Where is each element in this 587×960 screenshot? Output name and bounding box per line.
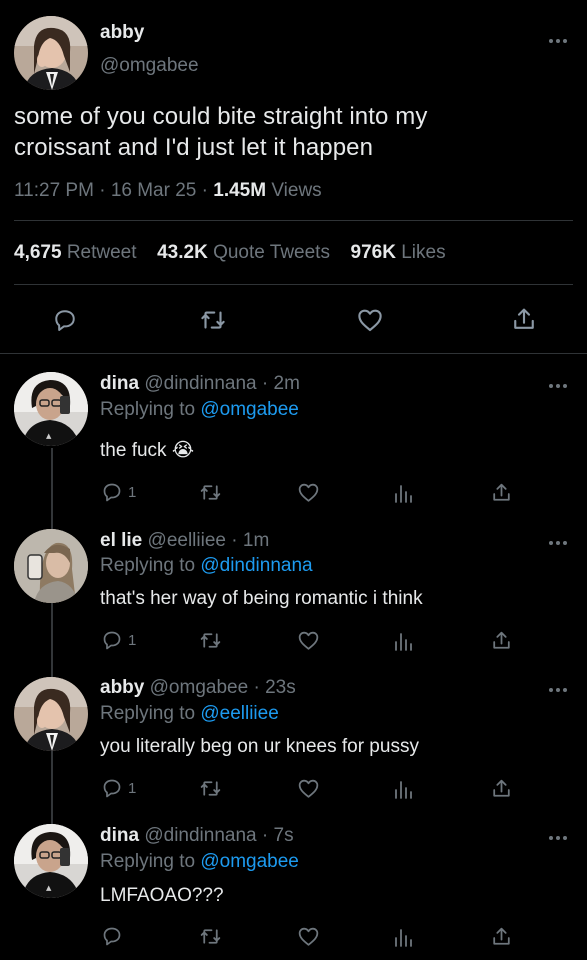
reply-icon[interactable]: [51, 306, 79, 334]
share-icon[interactable]: [489, 776, 514, 801]
reply-time[interactable]: 1m: [243, 530, 269, 551]
tweet-text-line2: croissant and I'd just let it happen: [14, 134, 374, 161]
more-options-icon[interactable]: [548, 382, 568, 390]
retweets-stat[interactable]: 4,675 Retweet: [14, 242, 137, 263]
retweet-icon[interactable]: [198, 305, 228, 335]
share-icon[interactable]: [489, 924, 514, 949]
reply-icon[interactable]: [100, 924, 124, 948]
divider: [14, 284, 573, 285]
reply-display-name[interactable]: dina: [100, 825, 139, 846]
heart-icon[interactable]: [355, 305, 385, 335]
analytics-icon[interactable]: [392, 481, 414, 505]
replying-to: Replying to @omgabee: [100, 399, 299, 420]
reply-display-name[interactable]: dina: [100, 373, 139, 394]
tweet-text-line1: some of you could bite straight into my: [14, 103, 428, 130]
reply-header: dina @dindinnana · 2m: [100, 373, 300, 395]
retweet-icon[interactable]: [198, 480, 223, 505]
analytics-icon[interactable]: [392, 925, 414, 949]
reply-handle[interactable]: @omgabee: [150, 677, 249, 698]
reply-handle[interactable]: @dindinnana: [144, 373, 256, 394]
reply-icon[interactable]: [100, 776, 124, 800]
reply-count: 1: [128, 484, 137, 501]
heart-icon[interactable]: [296, 776, 321, 801]
share-icon[interactable]: [509, 304, 539, 334]
replying-to-link[interactable]: @omgabee: [200, 399, 299, 420]
reply-icon[interactable]: [100, 628, 124, 652]
more-options-icon[interactable]: [548, 686, 568, 694]
reply-time[interactable]: 2m: [274, 373, 300, 394]
reply-text: LMFAOAO???: [100, 885, 224, 906]
reply-separator: ·: [231, 530, 238, 551]
divider: [0, 353, 587, 354]
analytics-icon[interactable]: [392, 629, 414, 653]
replying-to: Replying to @dindinnana: [100, 555, 313, 576]
avatar-reply-4[interactable]: ▲: [14, 824, 88, 898]
reply-time[interactable]: 23s: [265, 677, 296, 698]
meta-separator: ·: [201, 180, 208, 201]
avatar-reply-1[interactable]: ▲: [14, 372, 88, 446]
more-options-icon[interactable]: [548, 539, 568, 547]
likes-stat[interactable]: 976K Likes: [351, 242, 446, 263]
reply-display-name[interactable]: abby: [100, 677, 144, 698]
svg-text:▲: ▲: [46, 884, 52, 892]
reply-text: you literally beg on ur knees for pussy: [100, 736, 419, 757]
thread-line: [51, 448, 53, 840]
retweet-icon[interactable]: [198, 776, 223, 801]
tweet-date[interactable]: 16 Mar 25: [111, 180, 197, 201]
views-count: 1.45M: [213, 180, 267, 201]
reply-time[interactable]: 7s: [274, 825, 294, 846]
reply-icon[interactable]: [100, 480, 124, 504]
heart-icon[interactable]: [296, 628, 321, 653]
reply-handle[interactable]: @eelliiee: [148, 530, 226, 551]
meta-separator: ·: [99, 180, 106, 201]
reply-header: dina @dindinnana · 7s: [100, 825, 294, 847]
reply-display-name[interactable]: el lie: [100, 530, 142, 551]
reply-header: el lie @eelliiee · 1m: [100, 530, 269, 552]
more-options-icon[interactable]: [548, 834, 568, 842]
reply-separator: ·: [261, 825, 269, 846]
retweet-icon[interactable]: [198, 924, 223, 949]
avatar-reply-3[interactable]: [14, 677, 88, 751]
heart-icon[interactable]: [296, 480, 321, 505]
replying-to-link[interactable]: @dindinnana: [200, 555, 312, 576]
avatar-reply-2[interactable]: [14, 529, 88, 603]
replying-to: Replying to @eelliiee: [100, 703, 279, 724]
tweet-stats: 4,675 Retweet 43.2K Quote Tweets 976K Li…: [14, 242, 446, 264]
tweet-time[interactable]: 11:27 PM: [14, 180, 94, 201]
reply-separator: ·: [253, 677, 260, 698]
heart-icon[interactable]: [296, 924, 321, 949]
reply-header: abby @omgabee · 23s: [100, 677, 296, 699]
divider: [14, 220, 573, 221]
reply-text: that's her way of being romantic i think: [100, 588, 423, 609]
replying-to-link[interactable]: @omgabee: [200, 851, 299, 872]
author-display-name[interactable]: abby: [100, 22, 144, 44]
views-label: Views: [271, 180, 322, 201]
retweet-icon[interactable]: [198, 628, 223, 653]
replying-to-link[interactable]: @eelliiee: [200, 703, 278, 724]
avatar-main[interactable]: [14, 16, 88, 90]
reply-separator: ·: [261, 373, 269, 394]
analytics-icon[interactable]: [392, 777, 414, 801]
reply-text: the fuck 😭: [100, 439, 195, 461]
share-icon[interactable]: [489, 480, 514, 505]
svg-text:▲: ▲: [46, 432, 52, 440]
more-options-icon[interactable]: [548, 37, 568, 45]
crying-emoji: 😭: [171, 439, 195, 461]
reply-count: 1: [128, 632, 137, 649]
tweet-meta: 11:27 PM · 16 Mar 25 · 1.45M Views: [14, 180, 322, 202]
replying-to: Replying to @omgabee: [100, 851, 299, 872]
author-handle[interactable]: @omgabee: [100, 55, 199, 77]
share-icon[interactable]: [489, 628, 514, 653]
quotes-stat[interactable]: 43.2K Quote Tweets: [157, 242, 330, 263]
reply-count: 1: [128, 780, 137, 797]
reply-handle[interactable]: @dindinnana: [144, 825, 256, 846]
